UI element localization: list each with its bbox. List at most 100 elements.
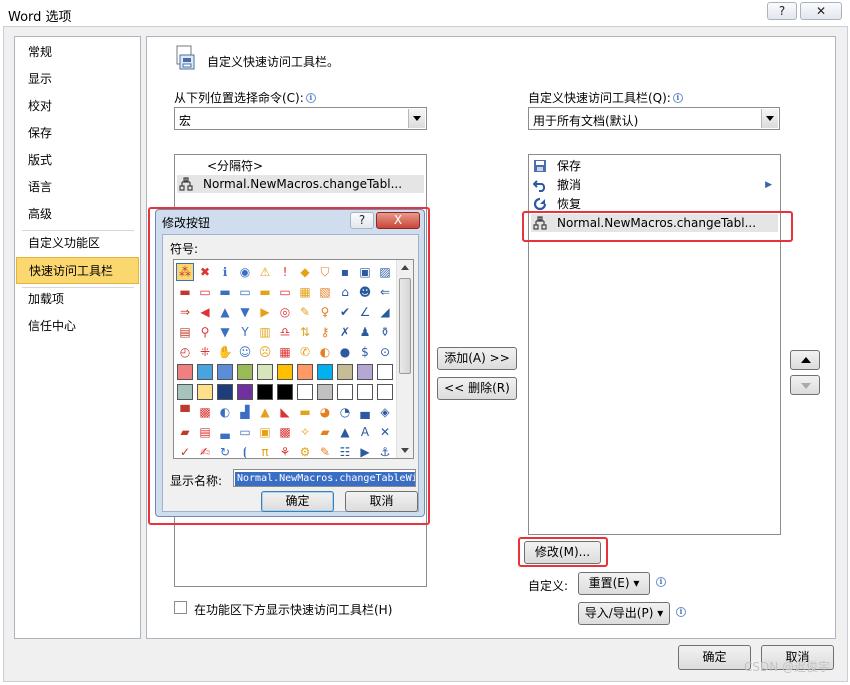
symbol-cell[interactable]: ▲ bbox=[337, 424, 353, 440]
modify-dialog-cancel-button[interactable]: 取消 bbox=[345, 491, 418, 512]
symbol-cell[interactable]: ♟ bbox=[357, 324, 373, 340]
symbol-cell[interactable]: ✔ bbox=[337, 304, 353, 320]
symbol-cell[interactable]: ▄ bbox=[357, 404, 373, 420]
symbol-cell[interactable]: ▶ bbox=[257, 304, 273, 320]
customize-toolbar-combo[interactable]: 用于所有文档(默认) bbox=[528, 107, 780, 130]
symbol-cell[interactable]: ◢ bbox=[377, 304, 393, 320]
symbol-cell[interactable]: ⚙ bbox=[297, 444, 313, 458]
symbol-cell[interactable] bbox=[297, 364, 313, 380]
move-down-button[interactable] bbox=[790, 375, 820, 395]
symbol-cell[interactable] bbox=[337, 364, 353, 380]
symbol-cell[interactable]: ◐ bbox=[317, 344, 333, 360]
display-name-input[interactable]: Normal.NewMacros.changeTableWi bbox=[233, 469, 416, 487]
symbol-cell[interactable]: ▃ bbox=[217, 424, 233, 440]
symbol-grid-scrollbar[interactable] bbox=[396, 260, 413, 458]
symbol-cell[interactable]: ◣ bbox=[277, 404, 293, 420]
symbol-cell[interactable] bbox=[357, 384, 373, 400]
modify-dialog-close-button[interactable]: X bbox=[376, 212, 420, 229]
symbol-cell[interactable]: $ bbox=[357, 344, 373, 360]
symbol-cell[interactable]: ▰ bbox=[317, 424, 333, 440]
symbol-cell[interactable]: ♎ bbox=[277, 324, 293, 340]
symbol-cell[interactable]: ◀ bbox=[197, 304, 213, 320]
nav-item-typography[interactable]: 版式 bbox=[16, 147, 139, 174]
list-item-macro[interactable]: Normal.NewMacros.changeTabl... bbox=[177, 175, 424, 193]
symbol-cell[interactable]: ℹ bbox=[217, 264, 233, 280]
symbol-cell[interactable]: ☻ bbox=[357, 284, 373, 300]
symbol-cell[interactable]: ✎ bbox=[297, 304, 313, 320]
choose-commands-combo[interactable]: 宏 bbox=[174, 107, 427, 130]
show-below-ribbon-checkbox[interactable] bbox=[174, 601, 187, 614]
nav-item-proofing[interactable]: 校对 bbox=[16, 93, 139, 120]
symbol-cell[interactable] bbox=[297, 384, 313, 400]
symbol-cell[interactable]: ⚲ bbox=[197, 324, 213, 340]
symbol-cell[interactable]: ▲ bbox=[257, 404, 273, 420]
symbol-cell[interactable]: A bbox=[357, 424, 373, 440]
modify-dialog-ok-button[interactable]: 确定 bbox=[261, 491, 334, 512]
list-item-separator[interactable]: <分隔符> bbox=[207, 157, 263, 175]
symbol-cell[interactable]: ▀ bbox=[177, 404, 193, 420]
symbol-cell[interactable]: ⌂ bbox=[337, 284, 353, 300]
symbol-cell[interactable]: π bbox=[257, 444, 273, 458]
symbol-cell[interactable]: ⚓ bbox=[377, 444, 393, 458]
symbol-cell[interactable]: ▰ bbox=[177, 424, 193, 440]
symbol-cell[interactable]: ◴ bbox=[177, 344, 193, 360]
symbol-cell[interactable]: ☺ bbox=[237, 344, 253, 360]
symbol-cell[interactable]: ▭ bbox=[277, 284, 293, 300]
symbol-cell[interactable]: ⇒ bbox=[177, 304, 193, 320]
symbol-cell[interactable]: ▥ bbox=[257, 324, 273, 340]
symbol-cell[interactable]: ⇅ bbox=[297, 324, 313, 340]
scroll-up-icon[interactable] bbox=[401, 265, 409, 270]
symbol-cell[interactable] bbox=[377, 364, 393, 380]
symbol-cell[interactable] bbox=[217, 364, 233, 380]
symbol-cell[interactable]: ⁜ bbox=[197, 344, 213, 360]
symbol-cell[interactable]: ✎ bbox=[317, 444, 333, 458]
symbol-cell[interactable]: ✕ bbox=[377, 424, 393, 440]
symbol-cell[interactable]: ▬ bbox=[297, 404, 313, 420]
nav-item-save[interactable]: 保存 bbox=[16, 120, 139, 147]
symbol-cell[interactable]: ! bbox=[277, 264, 293, 280]
list-item-save[interactable]: 保存 bbox=[531, 157, 778, 175]
remove-button[interactable]: << 删除(R) bbox=[437, 377, 517, 400]
symbol-cell[interactable] bbox=[177, 364, 193, 380]
modify-dialog-help-button[interactable]: ? bbox=[350, 212, 374, 229]
symbol-cell[interactable]: ▣ bbox=[357, 264, 373, 280]
symbol-cell[interactable]: ● bbox=[337, 344, 353, 360]
symbol-cell[interactable] bbox=[377, 384, 393, 400]
symbol-cell[interactable]: ◎ bbox=[277, 304, 293, 320]
symbol-cell[interactable]: ⦗ bbox=[237, 444, 253, 458]
import-export-button[interactable]: 导入/导出(P) ▾ bbox=[578, 602, 670, 625]
symbol-cell[interactable]: Y bbox=[237, 324, 253, 340]
symbol-cell[interactable]: ☹ bbox=[257, 344, 273, 360]
symbol-cell[interactable]: ◐ bbox=[217, 404, 233, 420]
symbol-cell[interactable]: ▼ bbox=[217, 324, 233, 340]
symbol-cell[interactable]: ✧ bbox=[297, 424, 313, 440]
symbol-cell[interactable]: ▭ bbox=[237, 284, 253, 300]
symbol-cell[interactable]: ▤ bbox=[197, 424, 213, 440]
symbol-cell[interactable] bbox=[177, 384, 193, 400]
symbol-cell[interactable]: ⚘ bbox=[277, 444, 293, 458]
symbol-cell[interactable]: ◈ bbox=[377, 404, 393, 420]
symbol-cell[interactable]: ▬ bbox=[177, 284, 193, 300]
reset-button[interactable]: 重置(E) ▾ bbox=[578, 572, 650, 595]
add-button[interactable]: 添加(A) >> bbox=[437, 347, 517, 370]
symbol-cell[interactable]: ▬ bbox=[217, 284, 233, 300]
symbol-cell[interactable]: ◔ bbox=[337, 404, 353, 420]
symbol-cell[interactable]: ☷ bbox=[337, 444, 353, 458]
symbol-cell[interactable]: ◕ bbox=[317, 404, 333, 420]
nav-item-language[interactable]: 语言 bbox=[16, 174, 139, 201]
symbol-cell[interactable] bbox=[277, 384, 293, 400]
symbol-cell[interactable] bbox=[317, 364, 333, 380]
symbol-cell[interactable]: ⁂ bbox=[176, 263, 194, 281]
symbol-cell[interactable]: ▦ bbox=[277, 344, 293, 360]
nav-item-addins[interactable]: 加载项 bbox=[16, 286, 139, 313]
chevron-down-icon[interactable] bbox=[761, 109, 778, 128]
symbol-cell[interactable] bbox=[197, 384, 213, 400]
nav-item-general[interactable]: 常规 bbox=[16, 39, 139, 66]
symbol-cell[interactable]: ⇐ bbox=[377, 284, 393, 300]
symbol-cell[interactable]: ✓ bbox=[177, 444, 193, 458]
symbol-cell[interactable]: ▼ bbox=[237, 304, 253, 320]
nav-item-advanced[interactable]: 高级 bbox=[16, 201, 139, 228]
symbol-cell[interactable]: ♀ bbox=[317, 304, 333, 320]
symbol-cell[interactable]: ✆ bbox=[297, 344, 313, 360]
symbol-cell[interactable]: ◉ bbox=[237, 264, 253, 280]
